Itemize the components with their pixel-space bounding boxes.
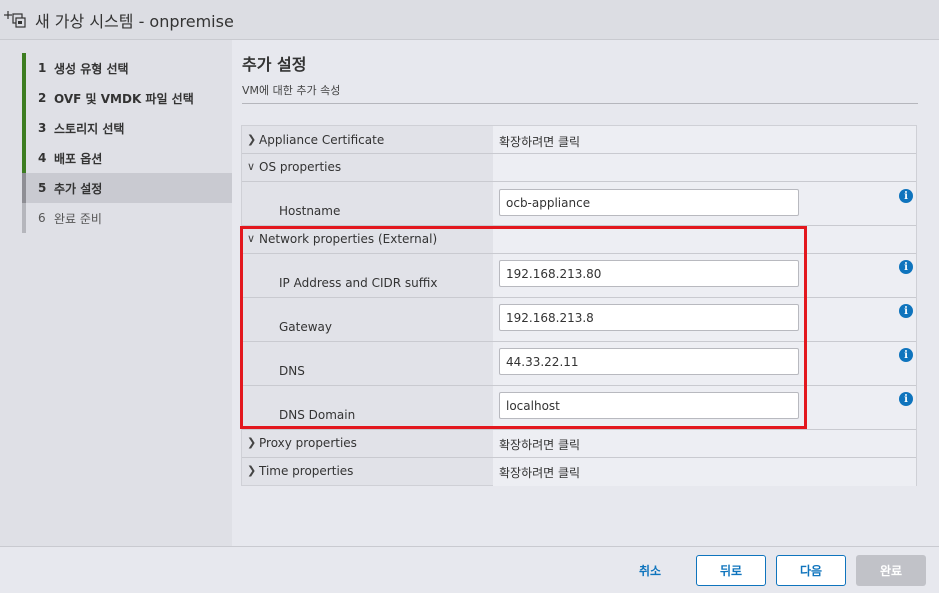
hostname-input[interactable]: ocb-appliance bbox=[499, 189, 799, 216]
step-number: 2 bbox=[38, 91, 47, 105]
title-bar: 새 가상 시스템 - onpremise bbox=[0, 0, 939, 40]
wizard-steps-sidebar: 1 생성 유형 선택 2 OVF 및 VMDK 파일 선택 3 스토리지 선택 … bbox=[0, 40, 232, 546]
back-button[interactable]: 뒤로 bbox=[696, 555, 766, 586]
step-2[interactable]: 2 OVF 및 VMDK 파일 선택 bbox=[22, 83, 232, 113]
chevron-right-icon[interactable]: ❯ bbox=[247, 436, 256, 449]
step-number: 5 bbox=[38, 181, 47, 195]
step-4[interactable]: 4 배포 옵션 bbox=[22, 143, 232, 173]
info-icon[interactable]: i bbox=[899, 304, 913, 318]
info-icon[interactable]: i bbox=[899, 260, 913, 274]
step-label: 완료 준비 bbox=[54, 211, 102, 226]
hostname-row: Hostname ocb-appliance i bbox=[242, 182, 916, 226]
new-vm-icon bbox=[3, 5, 31, 35]
property-group-label: Time properties bbox=[259, 464, 354, 478]
expand-hint[interactable]: 확장하려면 클릭 bbox=[499, 436, 580, 453]
time-properties-row[interactable]: ❯ Time properties 확장하려면 클릭 bbox=[242, 458, 916, 486]
property-group-label: OS properties bbox=[259, 160, 342, 174]
page-subtitle: VM에 대한 추가 속성 bbox=[242, 84, 341, 97]
window-title: 새 가상 시스템 - onpremise bbox=[35, 11, 234, 31]
expand-hint[interactable]: 확장하려면 클릭 bbox=[499, 464, 580, 481]
step-status-bar bbox=[22, 113, 26, 143]
step-status-bar bbox=[22, 203, 26, 233]
step-status-bar bbox=[22, 53, 26, 83]
proxy-properties-row[interactable]: ❯ Proxy properties 확장하려면 클릭 bbox=[242, 430, 916, 458]
step-1[interactable]: 1 생성 유형 선택 bbox=[22, 53, 232, 83]
step-5[interactable]: 5 추가 설정 bbox=[22, 173, 232, 203]
step-6: 6 완료 준비 bbox=[22, 203, 232, 233]
step-label: 추가 설정 bbox=[54, 181, 103, 196]
step-number: 1 bbox=[38, 61, 47, 75]
appliance-certificate-row[interactable]: ❯ Appliance Certificate 확장하려면 클릭 bbox=[242, 126, 916, 154]
page-title: 추가 설정 bbox=[242, 55, 307, 74]
os-properties-row[interactable]: ∨ OS properties bbox=[242, 154, 916, 182]
info-icon[interactable]: i bbox=[899, 189, 913, 203]
property-group-label: Proxy properties bbox=[259, 436, 357, 450]
network-highlight-box bbox=[240, 226, 807, 429]
chevron-right-icon[interactable]: ❯ bbox=[247, 464, 256, 477]
step-status-bar bbox=[22, 143, 26, 173]
step-3[interactable]: 3 스토리지 선택 bbox=[22, 113, 232, 143]
step-number: 6 bbox=[38, 211, 46, 225]
chevron-right-icon[interactable]: ❯ bbox=[247, 133, 256, 146]
step-number: 4 bbox=[38, 151, 47, 165]
step-status-bar bbox=[22, 173, 26, 203]
expand-hint[interactable]: 확장하려면 클릭 bbox=[499, 133, 580, 150]
step-label: 스토리지 선택 bbox=[54, 121, 125, 136]
value-column bbox=[493, 154, 916, 181]
info-icon[interactable]: i bbox=[899, 348, 913, 362]
step-status-bar bbox=[22, 83, 26, 113]
step-label: 배포 옵션 bbox=[54, 151, 103, 166]
wizard-footer: 취소 뒤로 다음 완료 bbox=[0, 546, 939, 593]
step-number: 3 bbox=[38, 121, 47, 135]
next-button[interactable]: 다음 bbox=[776, 555, 846, 586]
step-label: OVF 및 VMDK 파일 선택 bbox=[54, 91, 194, 106]
info-icon[interactable]: i bbox=[899, 392, 913, 406]
finish-button: 완료 bbox=[856, 555, 926, 586]
divider bbox=[242, 103, 918, 104]
cancel-button[interactable]: 취소 bbox=[615, 555, 685, 586]
hostname-label: Hostname bbox=[279, 204, 341, 218]
step-label: 생성 유형 선택 bbox=[54, 61, 129, 76]
property-group-label: Appliance Certificate bbox=[259, 133, 385, 147]
chevron-down-icon[interactable]: ∨ bbox=[247, 160, 255, 173]
